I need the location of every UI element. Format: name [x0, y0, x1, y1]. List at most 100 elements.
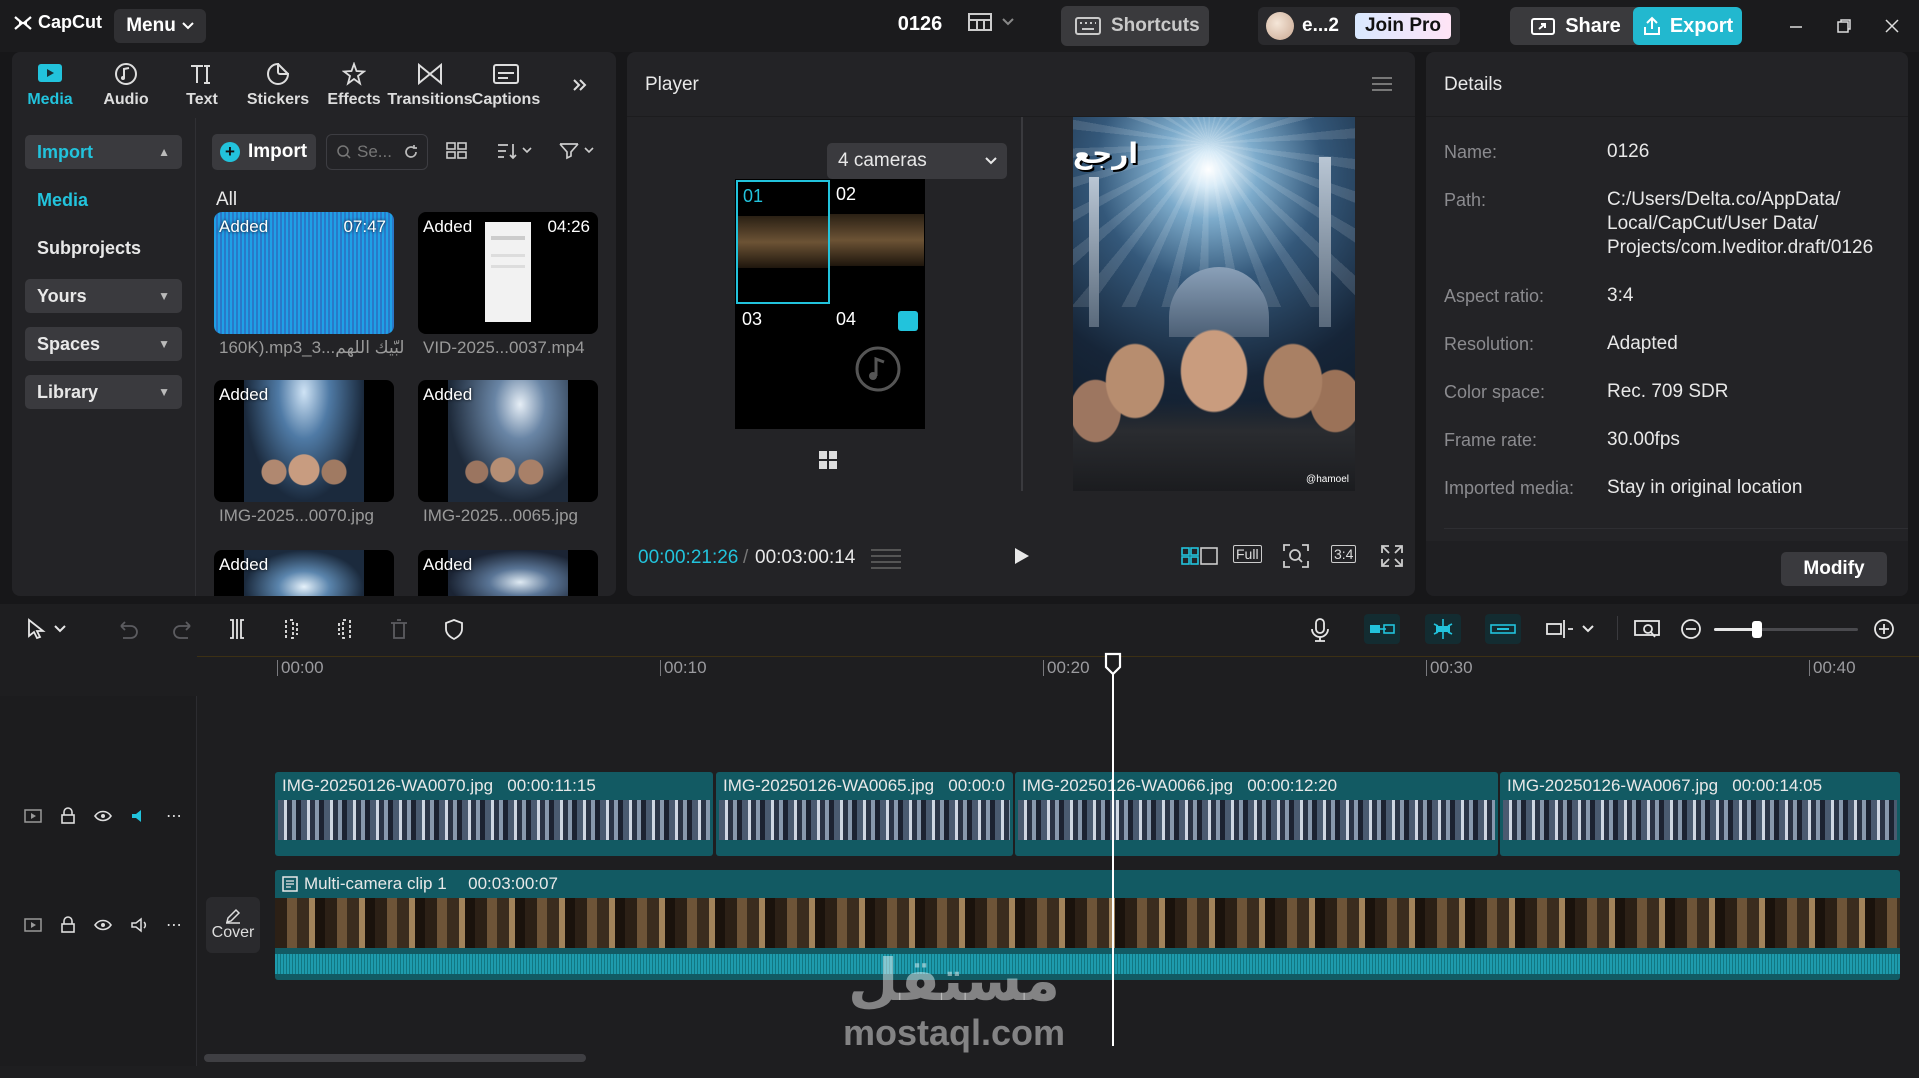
modify-button[interactable]: Modify: [1781, 552, 1887, 586]
select-tool-button[interactable]: [26, 618, 66, 640]
restore-button[interactable]: [1830, 12, 1858, 40]
import-label: Import: [248, 141, 308, 162]
delete-left-button[interactable]: [280, 618, 302, 640]
close-button[interactable]: [1878, 12, 1906, 40]
camera-count-select[interactable]: 4 cameras: [827, 143, 1007, 179]
speaker-icon[interactable]: [130, 917, 148, 933]
tab-audio[interactable]: Audio: [88, 52, 164, 118]
split-button[interactable]: [226, 618, 248, 640]
zoom-fit-button[interactable]: [1283, 544, 1309, 568]
tab-label: Transitions: [387, 91, 473, 108]
speaker-icon[interactable]: [898, 311, 918, 331]
media-item-image[interactable]: Added: [214, 550, 394, 596]
grid-view-button[interactable]: [446, 141, 468, 161]
record-audio-button[interactable]: [1310, 618, 1330, 642]
search-input[interactable]: Se...: [326, 134, 428, 170]
camera-cell-01[interactable]: 01: [736, 180, 830, 304]
horizontal-scrollbar[interactable]: [204, 1054, 586, 1062]
zoom-slider[interactable]: [1714, 621, 1858, 638]
tab-effects[interactable]: Effects: [316, 52, 392, 118]
refresh-icon[interactable]: [403, 144, 419, 160]
playhead[interactable]: [1112, 664, 1114, 1046]
toolbar-divider: [1617, 616, 1618, 640]
eye-icon[interactable]: [94, 809, 112, 823]
sidebar-item-library[interactable]: Library ▼: [25, 375, 182, 409]
timeline-clip[interactable]: IMG-20250126-WA0067.jpg 00:00:14:05: [1500, 772, 1900, 856]
fullscreen-button[interactable]: [1381, 545, 1403, 567]
sidebar-item-import[interactable]: Import ▲: [25, 135, 182, 169]
zoom-slider-handle[interactable]: [1752, 621, 1763, 638]
trim-left-icon: [285, 619, 298, 639]
overlay-credit: @hamoel: [1306, 474, 1349, 485]
redo-button[interactable]: [172, 618, 194, 640]
media-item-image[interactable]: Added: [214, 380, 394, 502]
export-button[interactable]: Export: [1633, 7, 1742, 45]
clip-duration: 00:03:00:07: [468, 874, 558, 893]
sort-button[interactable]: [496, 141, 532, 161]
sidebar-item-subprojects[interactable]: Subprojects: [25, 231, 182, 265]
tab-transitions[interactable]: Transitions: [387, 52, 473, 118]
layout-button[interactable]: [968, 12, 1014, 32]
more-options-icon[interactable]: ⋯: [166, 915, 182, 935]
multicam-view-button[interactable]: [1181, 546, 1219, 566]
filter-button[interactable]: [558, 141, 594, 161]
sidebar-item-spaces[interactable]: Spaces ▼: [25, 327, 182, 361]
timecode-list-icon[interactable]: [870, 547, 902, 569]
tab-text[interactable]: Text: [164, 52, 240, 118]
player-menu-button[interactable]: [1371, 75, 1393, 93]
full-quality-button[interactable]: Full: [1233, 545, 1262, 563]
camera-cell-04[interactable]: 04: [830, 305, 924, 429]
media-item-video[interactable]: Added 04:26: [418, 212, 598, 334]
user-menu[interactable]: e...2 Join Pro: [1258, 7, 1460, 45]
zoom-in-button[interactable]: [1873, 618, 1895, 640]
join-pro-button[interactable]: Join Pro: [1354, 13, 1451, 39]
eye-icon[interactable]: [94, 918, 112, 932]
detail-value-imported-media: Stay in original location: [1607, 477, 1803, 498]
undo-button[interactable]: [117, 618, 139, 640]
chevron-down-icon: ▼: [158, 385, 170, 399]
more-options-icon[interactable]: ⋯: [166, 806, 182, 826]
tab-media[interactable]: Media: [12, 52, 88, 118]
muted-speaker-icon[interactable]: [130, 808, 148, 824]
menu-button[interactable]: Menu: [114, 9, 206, 43]
aspect-ratio-button[interactable]: 3:4: [1331, 545, 1357, 563]
import-button[interactable]: + Import: [212, 134, 316, 170]
tab-captions[interactable]: Captions: [468, 52, 544, 118]
sidebar-item-yours[interactable]: Yours ▼: [25, 279, 182, 313]
zoom-out-button[interactable]: [1680, 618, 1702, 640]
playhead-handle[interactable]: [1104, 652, 1122, 676]
delete-button[interactable]: [388, 618, 410, 640]
shortcuts-button[interactable]: Shortcuts: [1061, 6, 1209, 46]
main-track-magnet-button[interactable]: [1364, 614, 1400, 644]
chevron-down-icon: ▼: [158, 337, 170, 351]
marker-button[interactable]: [443, 618, 465, 640]
lock-icon[interactable]: [60, 916, 76, 934]
fit-timeline-button[interactable]: [1634, 618, 1660, 640]
preview-axis-button[interactable]: [1546, 618, 1594, 640]
linkage-button[interactable]: [1485, 614, 1521, 644]
cover-button[interactable]: Cover: [206, 897, 260, 953]
delete-right-button[interactable]: [334, 618, 356, 640]
camera-cell-03[interactable]: 03: [736, 305, 830, 429]
timeline-clip[interactable]: IMG-20250126-WA0070.jpg 00:00:11:15: [275, 772, 713, 856]
sidebar-item-label: Subprojects: [37, 237, 142, 258]
zoom-in-icon: [1874, 619, 1894, 639]
sidebar-item-media[interactable]: Media: [25, 183, 182, 217]
camera-cell-02[interactable]: 02: [830, 180, 924, 304]
lock-icon[interactable]: [60, 807, 76, 825]
play-button[interactable]: [1013, 546, 1031, 566]
chevron-up-icon: ▲: [158, 145, 170, 159]
media-item-image[interactable]: Added: [418, 380, 598, 502]
share-button[interactable]: Share: [1510, 7, 1642, 45]
tab-stickers[interactable]: Stickers: [240, 52, 316, 118]
multicam-clip[interactable]: Multi-camera clip 1 00:03:00:07: [275, 870, 1900, 980]
auto-snap-button[interactable]: [1425, 614, 1461, 644]
timeline-clip[interactable]: IMG-20250126-WA0066.jpg 00:00:12:20: [1015, 772, 1498, 856]
media-item-image[interactable]: Added: [418, 550, 598, 596]
grid-layout-button[interactable]: [818, 450, 838, 470]
timeline-clip[interactable]: IMG-20250126-WA0065.jpg 00:00:0: [716, 772, 1013, 856]
media-item-audio[interactable]: Added 07:47: [214, 212, 394, 334]
minimize-button[interactable]: [1782, 12, 1810, 40]
more-tools-button[interactable]: [544, 52, 614, 118]
project-title[interactable]: 0126: [860, 13, 980, 36]
